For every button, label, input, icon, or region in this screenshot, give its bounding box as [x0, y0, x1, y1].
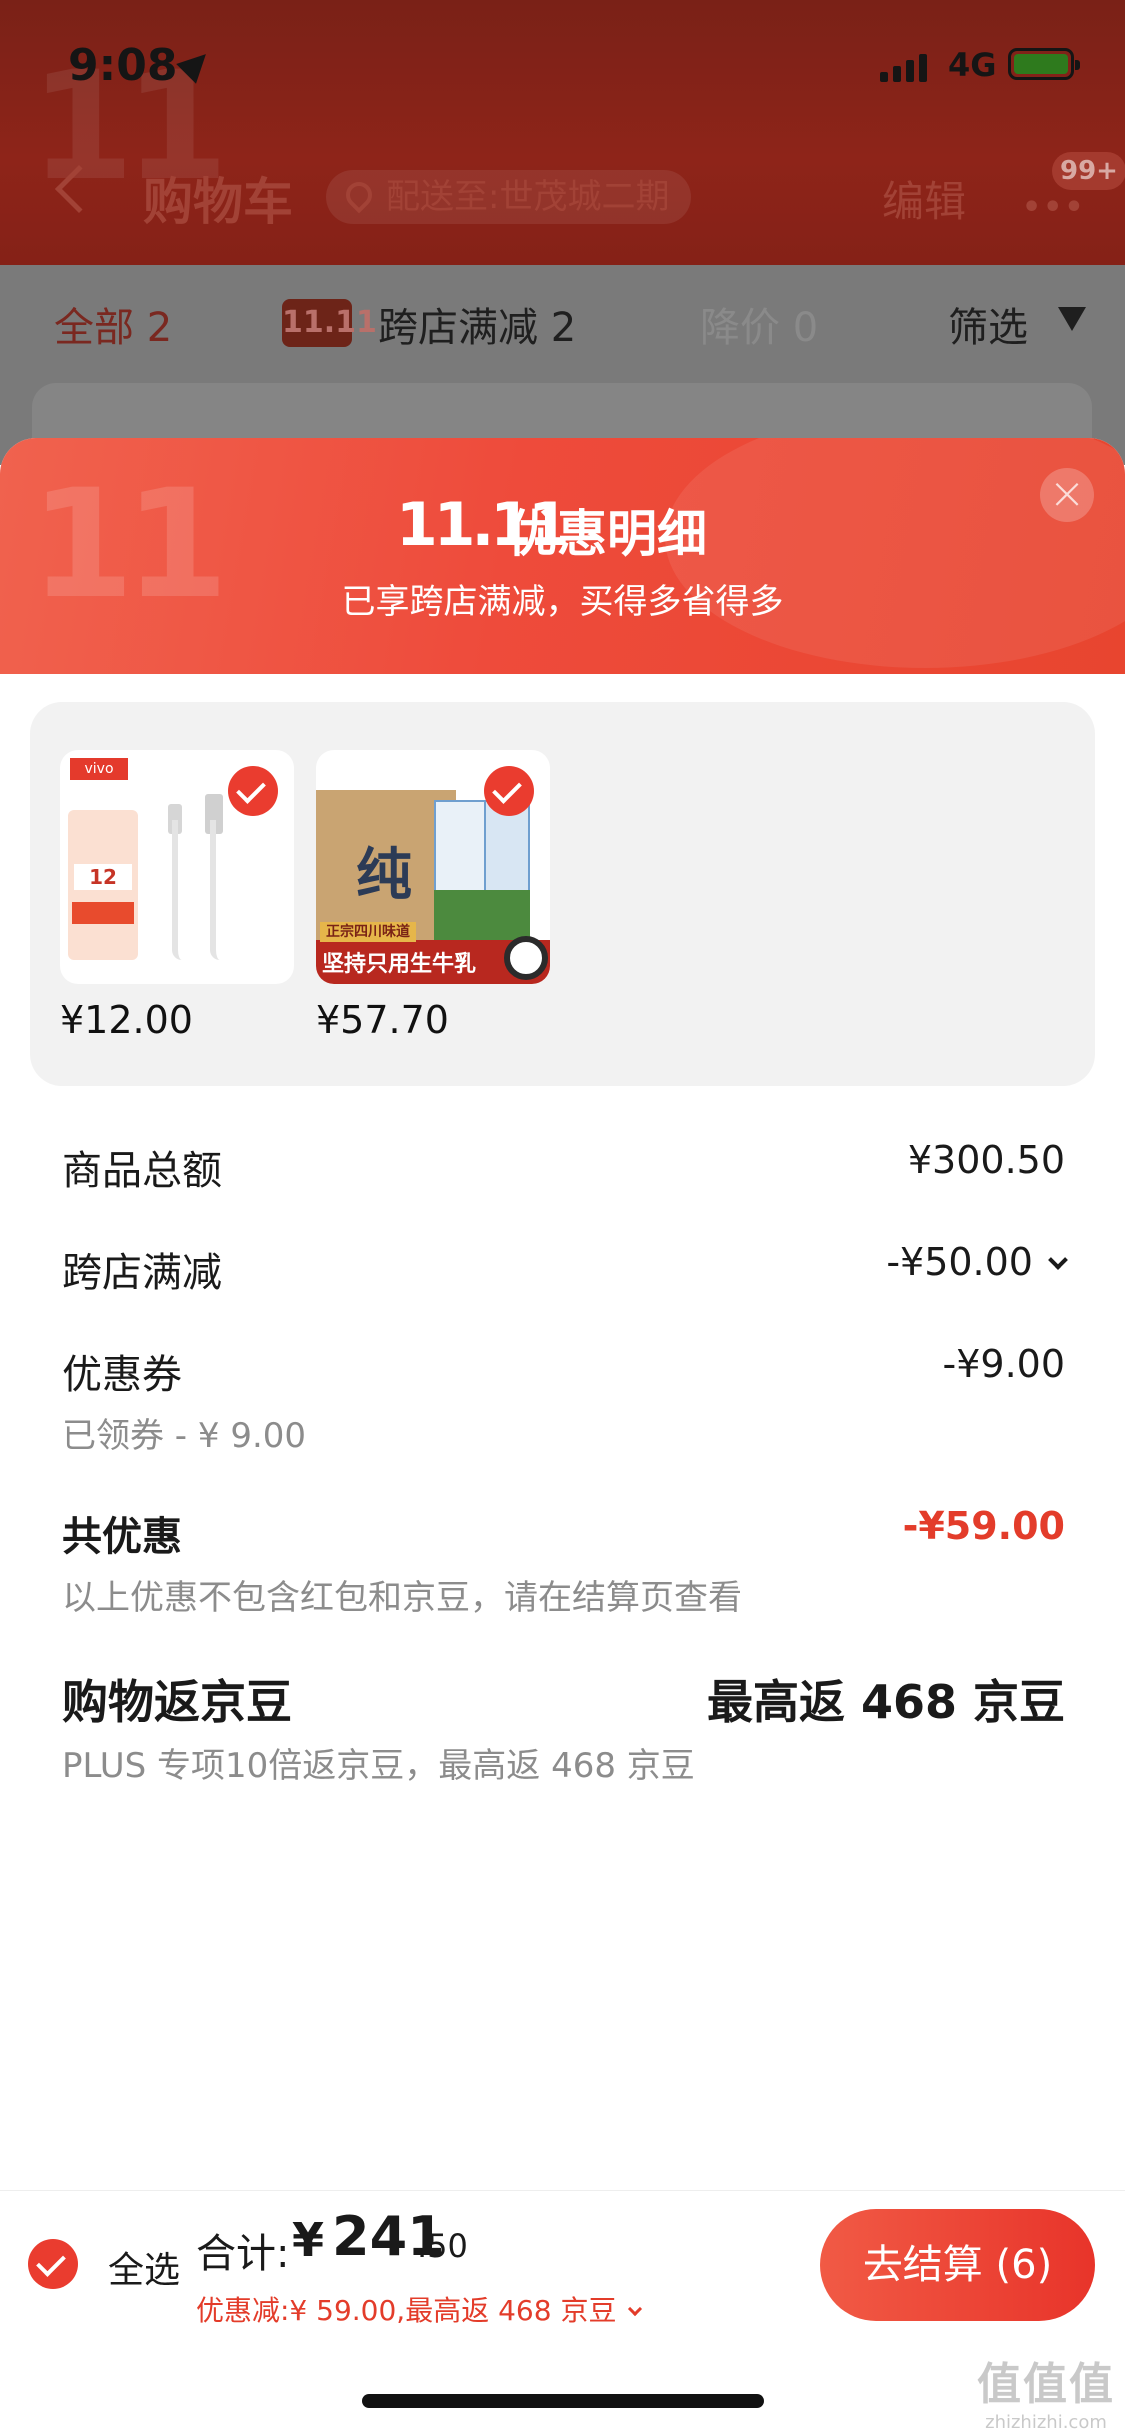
edit-button[interactable]: 编辑 — [882, 168, 966, 229]
watermark-url: zhizhizhi.com — [985, 2412, 1107, 2433]
cart-page-background: 全部 2 11.11 跨店满减 2 降价 0 筛选 — [0, 265, 1125, 465]
discount-summary[interactable]: 优惠减:¥ 59.00,最高返 468 京豆 — [196, 2289, 643, 2329]
filter-funnel-icon — [1058, 307, 1086, 331]
product-price: ¥57.70 — [316, 998, 449, 1042]
selected-check-icon[interactable] — [228, 766, 278, 816]
delivery-address-pill[interactable]: 配送至:世茂城二期 — [326, 170, 692, 224]
beans-note: PLUS 专项10倍返京豆，最高返 468 京豆 — [62, 1746, 695, 1786]
sum-currency: ¥ — [292, 2213, 325, 2267]
sum-label: 合计: — [196, 2231, 290, 2277]
goods-total-label: 商品总额 — [62, 1148, 222, 1194]
cross-store-label: 跨店满减 — [62, 1250, 222, 1296]
battery-icon — [1008, 48, 1080, 80]
product-item[interactable]: 纯 正宗四川味道 坚持只用生牛乳 ¥57.70 — [316, 750, 550, 1042]
home-indicator[interactable] — [362, 2394, 764, 2408]
cross-store-value: -¥50.00 — [886, 1240, 1033, 1284]
selected-check-icon[interactable] — [484, 766, 534, 816]
pasture-shape — [434, 890, 530, 940]
watermark-logo: 值值值 — [977, 2359, 1115, 2410]
status-time: 9:08 — [68, 40, 178, 91]
tab-all[interactable]: 全部 2 — [54, 295, 172, 353]
product-item[interactable]: vivo 12 ¥12.00 — [60, 750, 294, 1042]
close-icon[interactable]: × — [1040, 468, 1094, 522]
page-title: 购物车 — [143, 173, 293, 231]
package-card: 12 — [68, 810, 138, 960]
status-bar: 9:08 4G — [0, 40, 1125, 100]
total-discount-value: -¥59.00 — [902, 1504, 1065, 1548]
coupon-label: 优惠券 — [62, 1352, 182, 1398]
tab-price-drop[interactable]: 降价 0 — [700, 295, 818, 353]
package-value: 12 — [74, 864, 132, 890]
cow-icon — [504, 936, 548, 980]
product-strip: vivo 12 ¥12.00 纯 正宗四川味道 坚持只用生牛乳 ¥57.70 — [30, 702, 1095, 1086]
promo-strip-top: 正宗四川味道 — [320, 922, 416, 942]
cart-nav-bar: 购物车 配送至:世茂城二期 编辑 ••• 99+ — [0, 152, 1125, 240]
network-type: 4G — [948, 46, 997, 84]
tab-cross-store[interactable]: 跨店满减 2 — [378, 295, 576, 353]
sheet-header: 11 11.11 优惠明细 已享跨店满减，买得多省得多 × — [0, 438, 1125, 674]
beans-label: 购物返京豆 — [62, 1675, 292, 1729]
checkout-button[interactable]: 去结算 (6) — [820, 2209, 1095, 2321]
select-all-label[interactable]: 全选 — [108, 2241, 180, 2293]
cart-header-background: 11 9:08 4G 购物车 配送至:世茂城二期 编辑 ••• 99+ — [0, 0, 1125, 265]
sheet-subtitle: 已享跨店满减，买得多省得多 — [341, 582, 784, 622]
signal-icon — [880, 52, 927, 82]
cart-tabs: 全部 2 11.11 跨店满减 2 降价 0 筛选 — [0, 295, 1125, 355]
coupon-value: -¥9.00 — [942, 1342, 1066, 1386]
checkout-bar: 全选 合计: ¥ 241 .50 优惠减:¥ 59.00,最高返 468 京豆 … — [0, 2190, 1125, 2330]
total-discount-label: 共优惠 — [62, 1514, 182, 1560]
beans-value: 最高返 468 京豆 — [706, 1675, 1065, 1729]
discount-detail-sheet: 11 11.11 优惠明细 已享跨店满减，买得多省得多 × vivo 12 ¥1… — [0, 438, 1125, 2436]
total-discount-note: 以上优惠不包含红包和京豆，请在结算页查看 — [62, 1578, 742, 1618]
cross-store-value-wrap[interactable]: -¥50.00 — [886, 1240, 1068, 1284]
double-eleven-icon: 11.11 — [282, 299, 377, 347]
product-image[interactable]: vivo 12 — [60, 750, 294, 984]
more-icon[interactable]: ••• — [1022, 190, 1086, 225]
product-image[interactable]: 纯 正宗四川味道 坚持只用生牛乳 — [316, 750, 550, 984]
product-price: ¥12.00 — [60, 998, 193, 1042]
chevron-down-icon[interactable] — [628, 2301, 643, 2317]
goods-total-value: ¥300.50 — [907, 1138, 1065, 1182]
cable-shape — [172, 820, 192, 960]
cable-shape — [210, 820, 230, 960]
select-all-check-icon[interactable] — [28, 2239, 78, 2289]
sheet-title: 优惠明细 — [507, 505, 707, 563]
filter-button[interactable]: 筛选 — [948, 295, 1028, 353]
location-pin-icon — [340, 176, 378, 214]
promo-strip-text: 坚持只用生牛乳 — [322, 952, 477, 977]
back-chevron-icon[interactable] — [54, 164, 104, 214]
coupon-sub: 已领券 - ¥ 9.00 — [62, 1416, 307, 1456]
box-text: 纯 — [356, 842, 412, 908]
location-arrow-icon — [176, 44, 216, 84]
brand-label: vivo — [70, 758, 128, 780]
package-tag — [72, 902, 134, 924]
delivery-address-text: 配送至:世茂城二期 — [386, 177, 670, 217]
site-watermark: 值值值 zhizhizhi.com — [972, 2348, 1120, 2433]
message-badge: 99+ — [1052, 152, 1125, 190]
discount-summary-text: 优惠减:¥ 59.00,最高返 468 京豆 — [196, 2294, 617, 2327]
chevron-down-icon[interactable] — [1048, 1250, 1068, 1270]
sum-decimal: .50 — [417, 2227, 468, 2265]
